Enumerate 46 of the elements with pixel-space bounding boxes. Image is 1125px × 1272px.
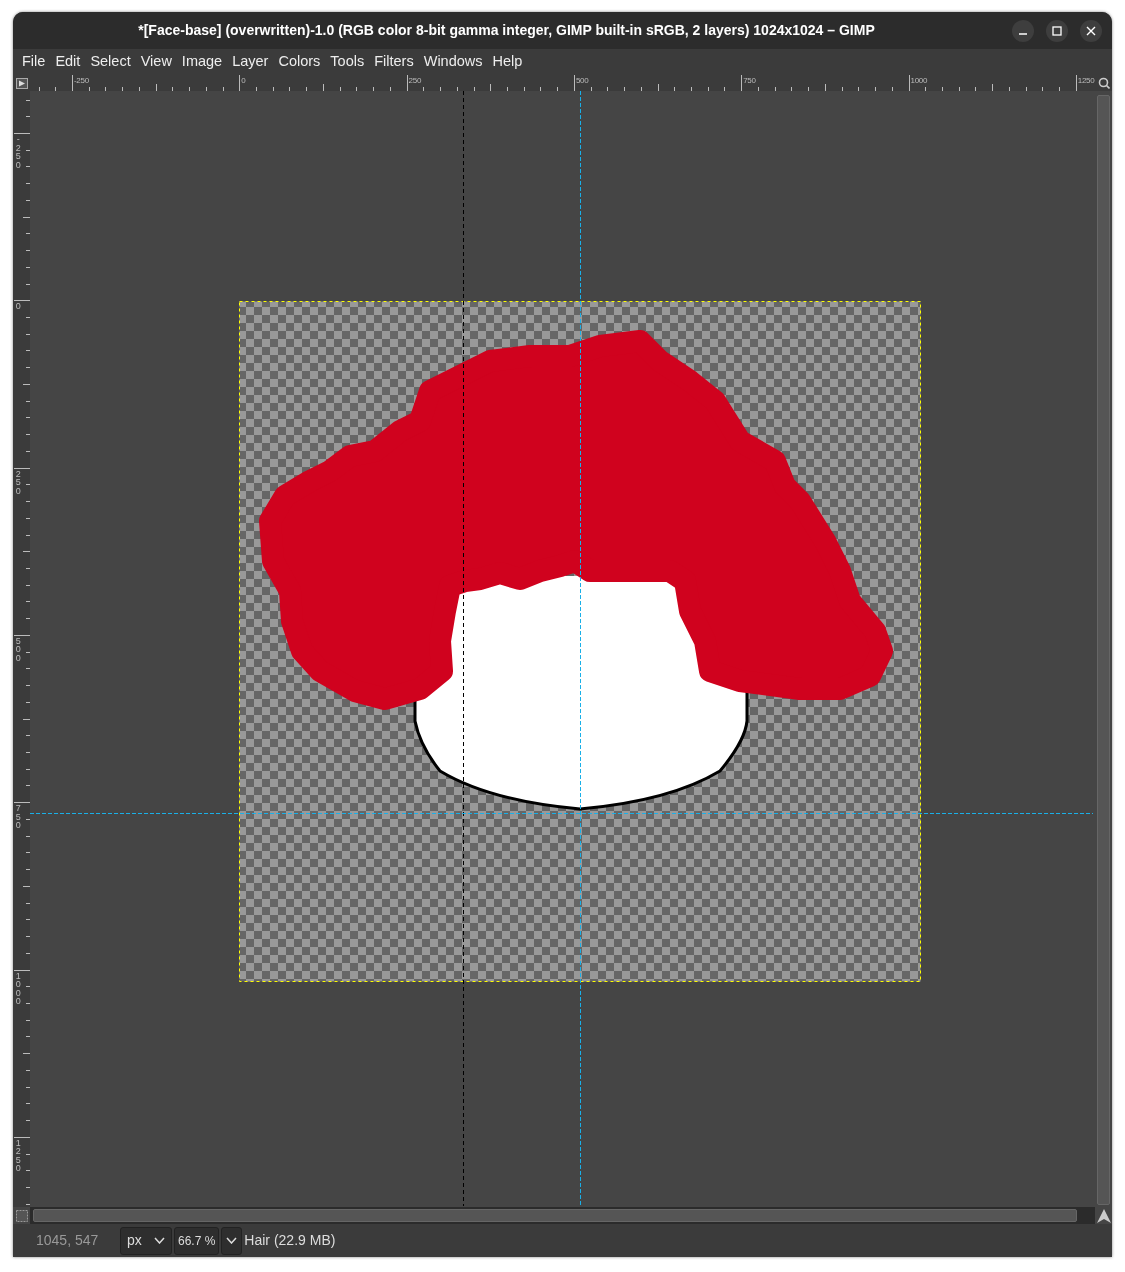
close-button[interactable] — [1080, 19, 1102, 42]
vertical-scrollbar[interactable] — [1097, 95, 1110, 1205]
minimize-button[interactable] — [1012, 19, 1034, 42]
menu-item[interactable]: Tools — [325, 51, 370, 73]
window-title: *[Face-base] (overwritten)-1.0 (RGB color 8-bit gamma integer, GIMP built-in sRGB, 2 layers) 1024x1024 – GIMP — [137, 21, 876, 40]
menu-item[interactable]: Help — [487, 51, 528, 73]
ruler-label: 750 — [743, 77, 756, 85]
layer-info: Hair (22.9 MB) — [244, 1231, 336, 1250]
menu-item[interactable]: File — [17, 51, 51, 73]
guide-line[interactable] — [580, 91, 581, 1206]
unit-dropdown[interactable]: px — [120, 1226, 172, 1255]
ruler-label: 1250 — [15, 1138, 21, 1173]
ruler-label: 250 — [15, 469, 21, 496]
menu-item[interactable]: Filters — [369, 51, 419, 73]
pointer-coordinates: 1045, 547 — [36, 1231, 100, 1250]
close-icon — [1086, 25, 1096, 36]
menu-item[interactable]: Select — [85, 51, 136, 73]
menu-item[interactable]: Edit — [50, 51, 86, 73]
menu-item[interactable]: Layer — [227, 51, 274, 73]
ruler-label: 750 — [15, 804, 21, 830]
ruler-label: 500 — [15, 636, 21, 663]
menu-item[interactable]: View — [135, 51, 177, 73]
ruler-label: 1250 — [1077, 77, 1095, 85]
ruler-menu-icon[interactable] — [15, 77, 28, 89]
ruler-label: 1000 — [15, 971, 21, 1006]
quick-mask-icon[interactable] — [15, 1209, 28, 1222]
zoom-field[interactable]: 66.7 % — [174, 1226, 220, 1255]
ruler-label: -250 — [74, 77, 89, 85]
maximize-button[interactable] — [1046, 19, 1068, 42]
ruler-label: 250 — [408, 77, 422, 85]
minimize-icon — [1018, 32, 1028, 35]
horizontal-scrollbar[interactable] — [33, 1209, 1077, 1222]
menu-item[interactable]: Colors — [273, 51, 326, 73]
guide-line[interactable] — [463, 91, 464, 1206]
ruler-label: 1000 — [910, 77, 928, 85]
zoom-dropdown-button[interactable] — [221, 1226, 243, 1255]
ruler-label: -250 — [15, 135, 21, 170]
menu-item[interactable]: Windows — [418, 51, 488, 73]
caret-icon — [154, 1237, 165, 1244]
maximize-icon — [1052, 25, 1062, 36]
ruler-label: 500 — [575, 77, 589, 85]
caret-icon — [226, 1237, 238, 1244]
ruler-label: 0 — [15, 302, 21, 311]
ruler-label: 0 — [241, 77, 246, 85]
zoom-icon[interactable] — [1097, 77, 1110, 89]
menu-item[interactable]: Image — [176, 51, 228, 73]
